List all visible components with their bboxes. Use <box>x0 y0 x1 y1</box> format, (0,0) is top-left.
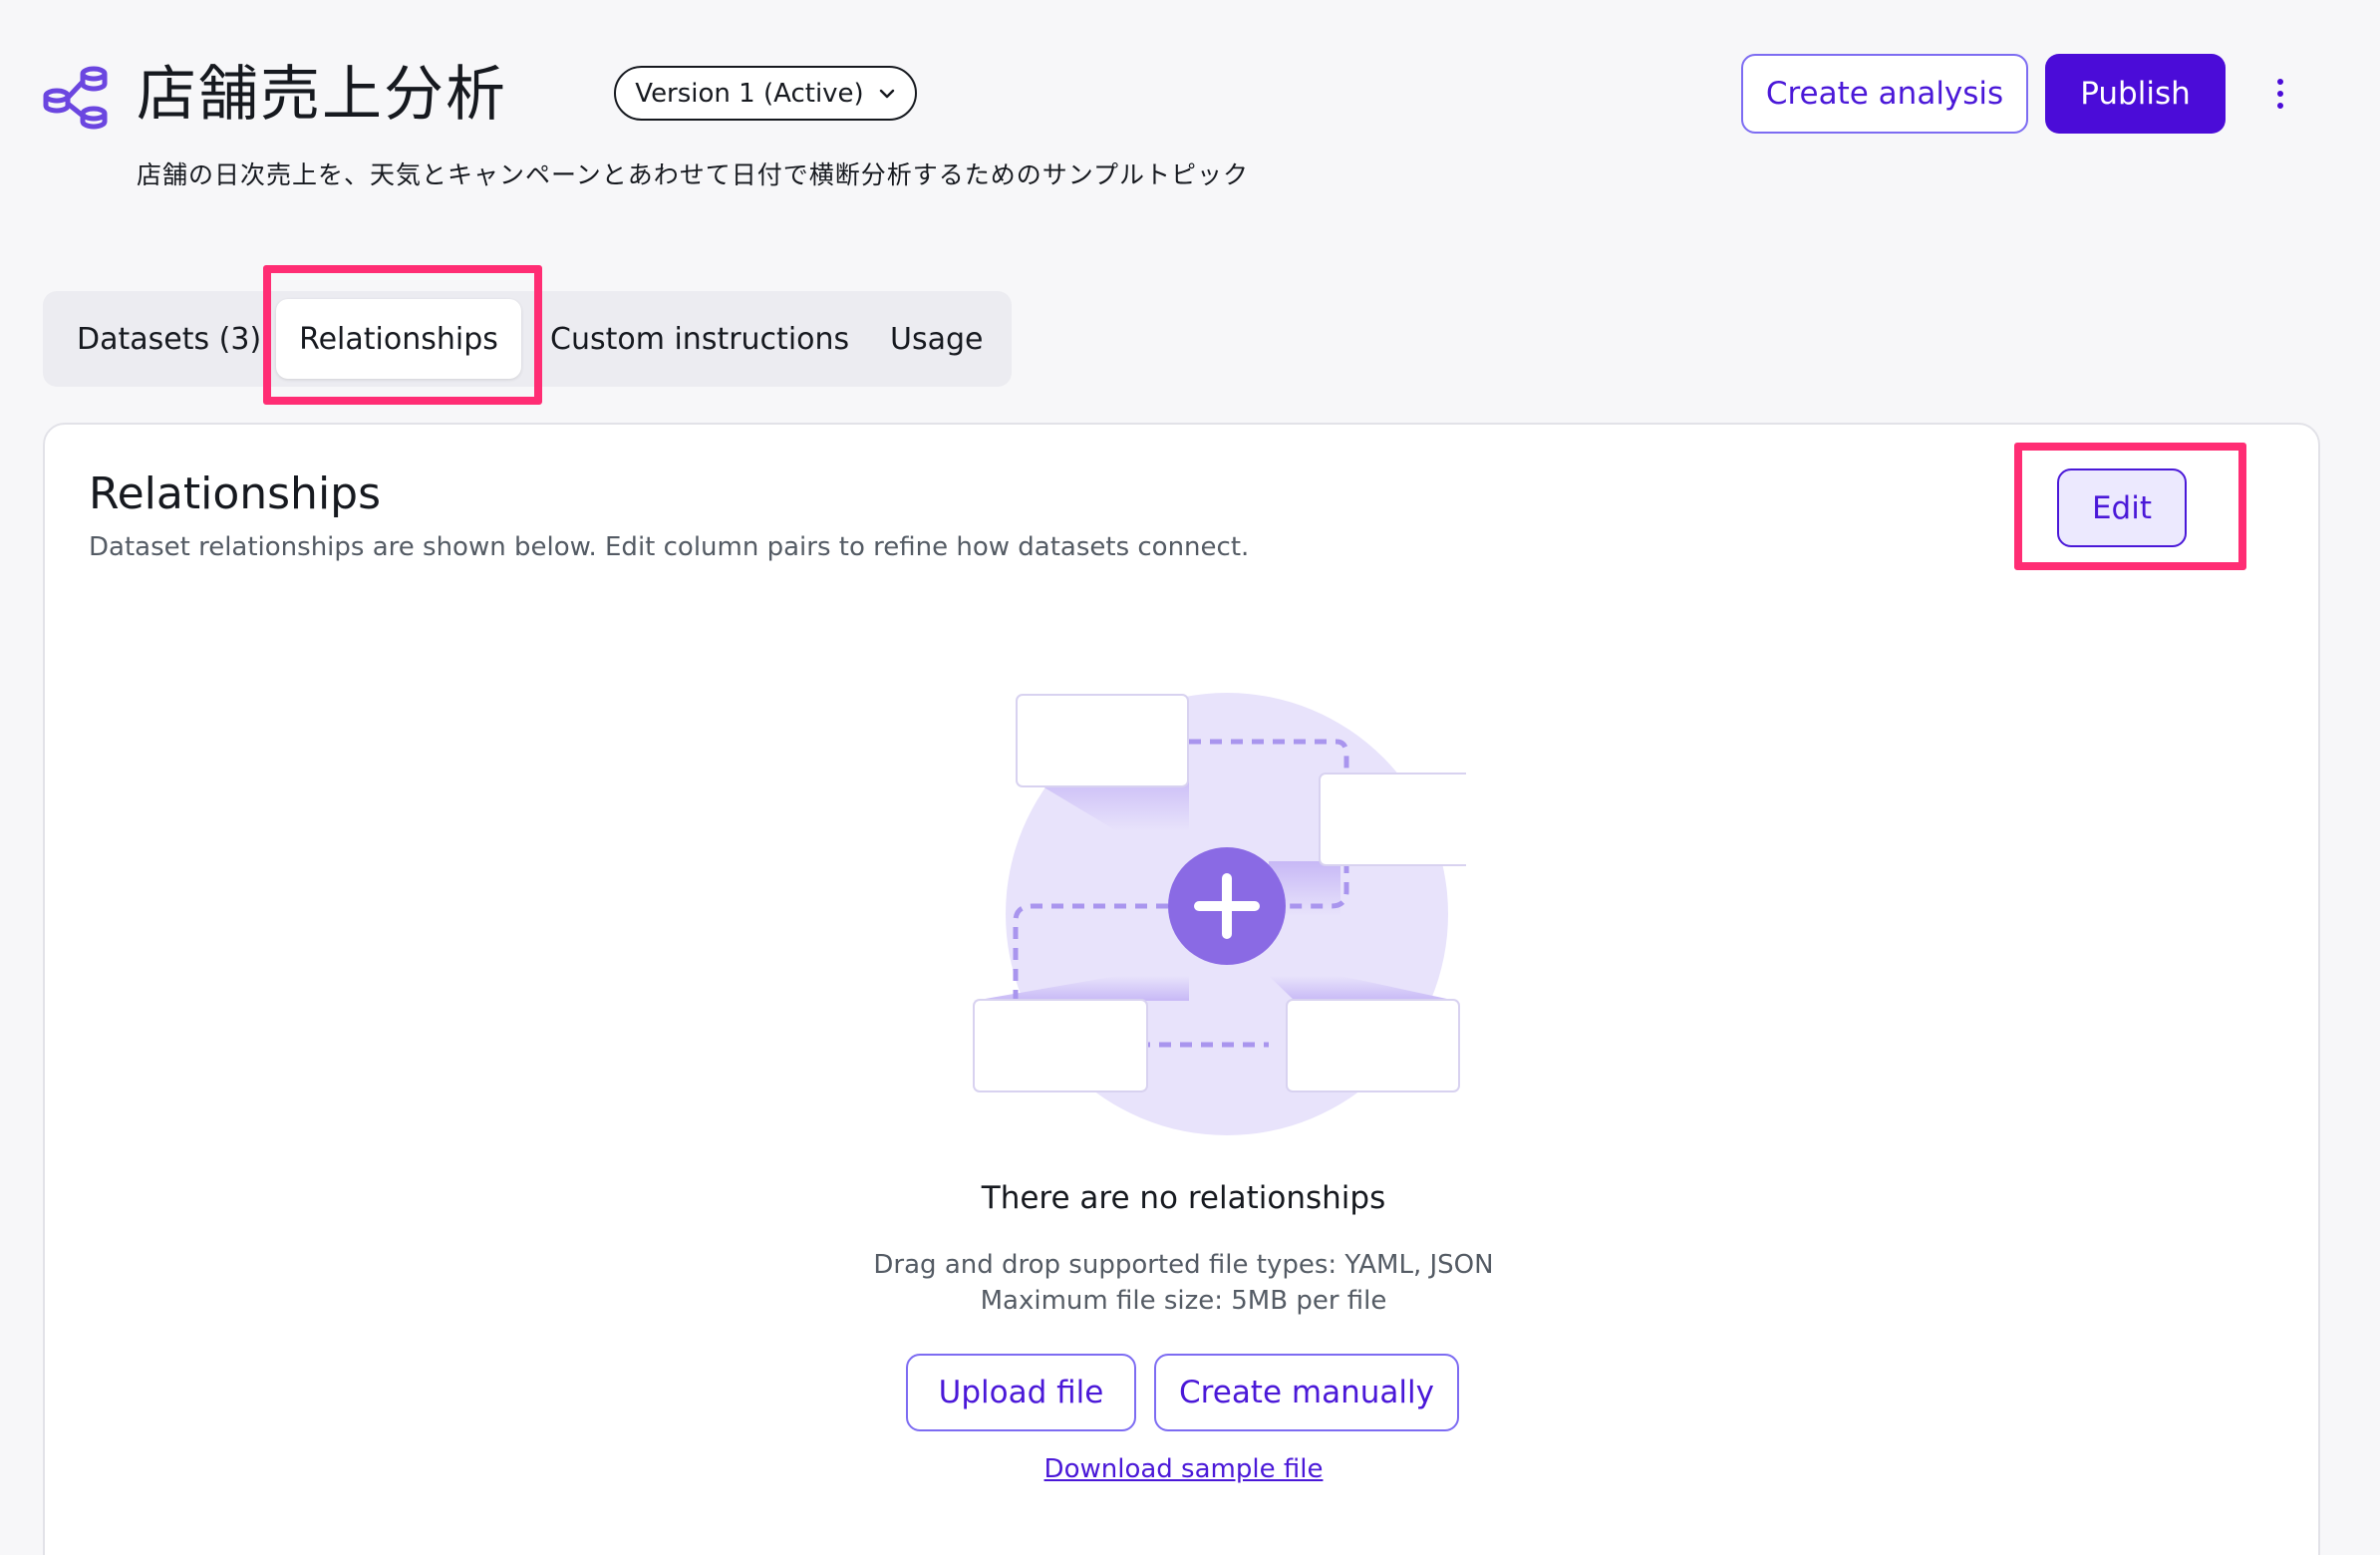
panel-title: Relationships <box>89 468 382 519</box>
tab-usage[interactable]: Usage <box>890 291 983 387</box>
topic-description: 店舗の日次売上を、天気とキャンペーンとあわせて日付で横断分析するためのサンプルト… <box>137 160 1250 189</box>
empty-relationships-illustration <box>973 693 1466 1135</box>
create-manually-button[interactable]: Create manually <box>1154 1354 1459 1431</box>
tab-relationships[interactable]: Relationships <box>276 299 521 379</box>
upload-file-button[interactable]: Upload file <box>906 1354 1136 1431</box>
page-title: 店舗売上分析 <box>137 60 507 130</box>
tab-datasets[interactable]: Datasets (3) <box>77 291 261 387</box>
max-file-size-text: Maximum file size: 5MB per file <box>980 1286 1387 1316</box>
page: 店舗売上分析 Version 1 (Active) 店舗の日次売上を、天気とキャ… <box>0 0 2380 1555</box>
download-sample-file-link: Download sample file <box>45 1454 2322 1484</box>
more-vertical-icon[interactable] <box>2264 68 2296 120</box>
version-label: Version 1 (Active) <box>635 78 864 109</box>
version-selector[interactable]: Version 1 (Active) <box>614 66 917 121</box>
empty-state-title: There are no relationships <box>981 1180 1386 1216</box>
relationships-panel: Relationships Dataset relationships are … <box>43 423 2320 1555</box>
supported-file-types-text: Drag and drop supported file types: YAML… <box>873 1250 1494 1280</box>
edit-button[interactable]: Edit <box>2057 468 2187 547</box>
publish-button[interactable]: Publish <box>2045 54 2226 134</box>
tab-bar: Datasets (3) Relationships Custom instru… <box>43 291 1012 387</box>
tab-custom-instructions[interactable]: Custom instructions <box>550 291 849 387</box>
panel-description: Dataset relationships are shown below. E… <box>89 532 1250 562</box>
chevron-down-icon <box>879 89 894 98</box>
download-sample-file-link-text[interactable]: Download sample file <box>1044 1454 1324 1484</box>
topic-network-icon <box>43 66 108 130</box>
create-analysis-button[interactable]: Create analysis <box>1741 54 2028 134</box>
